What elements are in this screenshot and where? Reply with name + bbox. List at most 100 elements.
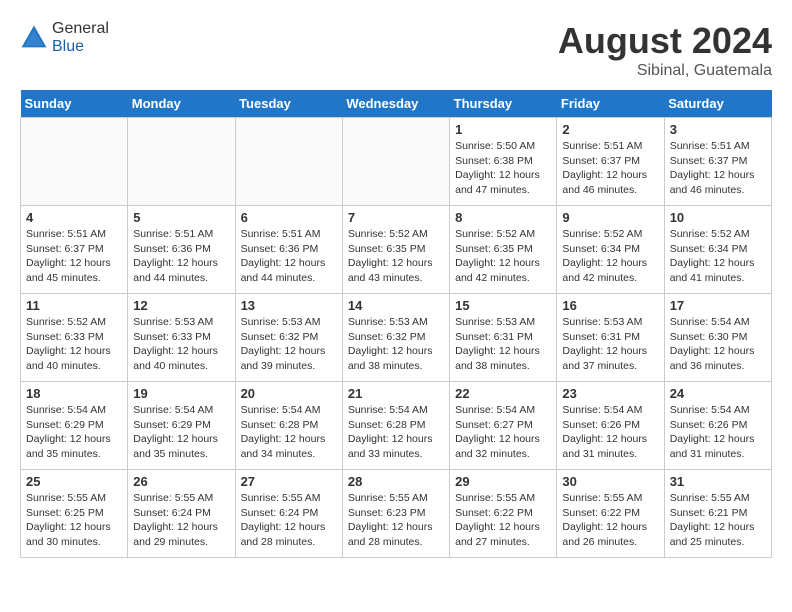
calendar-cell: 31 Sunrise: 5:55 AM Sunset: 6:21 PM Dayli… xyxy=(664,470,771,558)
day-number: 26 xyxy=(133,474,229,489)
logo-blue-text: Blue xyxy=(52,38,84,55)
day-number: 30 xyxy=(562,474,658,489)
calendar-cell: 22 Sunrise: 5:54 AM Sunset: 6:27 PM Dayli… xyxy=(450,382,557,470)
calendar-cell: 6Sunrise: 5:51 AM Sunset: 6:36 PM Daylig… xyxy=(235,206,342,294)
week-row-3: 11Sunrise: 5:52 AM Sunset: 6:33 PM Dayli… xyxy=(21,294,772,382)
page-header: General Blue August 2024 Sibinal, Guatem… xyxy=(20,20,772,80)
calendar-cell: 10 Sunrise: 5:52 AM Sunset: 6:34 PM Dayli… xyxy=(664,206,771,294)
day-info: Sunrise: 5:51 AM Sunset: 6:36 PM Dayligh… xyxy=(133,227,229,286)
calendar-cell: 21 Sunrise: 5:54 AM Sunset: 6:28 PM Dayli… xyxy=(342,382,449,470)
calendar-cell: 13 Sunrise: 5:53 AM Sunset: 6:32 PM Dayli… xyxy=(235,294,342,382)
calendar-cell: 18 Sunrise: 5:54 AM Sunset: 6:29 PM Dayli… xyxy=(21,382,128,470)
day-info: Sunrise: 5:55 AM Sunset: 6:21 PM Dayligh… xyxy=(670,491,766,550)
calendar-cell: 27 Sunrise: 5:55 AM Sunset: 6:24 PM Dayli… xyxy=(235,470,342,558)
calendar-cell: 26Sunrise: 5:55 AM Sunset: 6:24 PM Dayli… xyxy=(128,470,235,558)
calendar-cell: 7Sunrise: 5:52 AM Sunset: 6:35 PM Daylig… xyxy=(342,206,449,294)
day-number: 21 xyxy=(348,386,444,401)
week-row-1: 1 Sunrise: 5:50 AM Sunset: 6:38 PM Daylig… xyxy=(21,118,772,206)
day-number: 18 xyxy=(26,386,122,401)
day-number: 1 xyxy=(455,122,551,137)
calendar-cell: 3Sunrise: 5:51 AM Sunset: 6:37 PM Daylig… xyxy=(664,118,771,206)
day-number: 31 xyxy=(670,474,766,489)
calendar-cell: 20 Sunrise: 5:54 AM Sunset: 6:28 PM Dayli… xyxy=(235,382,342,470)
day-info: Sunrise: 5:53 AM Sunset: 6:31 PM Dayligh… xyxy=(562,315,658,374)
day-info: Sunrise: 5:55 AM Sunset: 6:24 PM Dayligh… xyxy=(241,491,337,550)
day-number: 28 xyxy=(348,474,444,489)
calendar-cell: 25 Sunrise: 5:55 AM Sunset: 6:25 PM Dayli… xyxy=(21,470,128,558)
day-info: Sunrise: 5:54 AM Sunset: 6:29 PM Dayligh… xyxy=(133,403,229,462)
day-number: 19 xyxy=(133,386,229,401)
day-number: 8 xyxy=(455,210,551,225)
day-info: Sunrise: 5:50 AM Sunset: 6:38 PM Dayligh… xyxy=(455,139,551,198)
logo: General Blue xyxy=(20,20,109,56)
location: Sibinal, Guatemala xyxy=(558,62,772,80)
day-info: Sunrise: 5:53 AM Sunset: 6:31 PM Dayligh… xyxy=(455,315,551,374)
day-number: 5 xyxy=(133,210,229,225)
day-number: 24 xyxy=(670,386,766,401)
day-number: 20 xyxy=(241,386,337,401)
month-year: August 2024 xyxy=(558,20,772,62)
day-info: Sunrise: 5:51 AM Sunset: 6:36 PM Dayligh… xyxy=(241,227,337,286)
calendar-cell xyxy=(128,118,235,206)
weekday-header-row: SundayMondayTuesdayWednesdayThursdayFrid… xyxy=(21,90,772,118)
calendar-cell: 24 Sunrise: 5:54 AM Sunset: 6:26 PM Dayli… xyxy=(664,382,771,470)
calendar-cell: 1 Sunrise: 5:50 AM Sunset: 6:38 PM Daylig… xyxy=(450,118,557,206)
day-number: 15 xyxy=(455,298,551,313)
weekday-header-saturday: Saturday xyxy=(664,90,771,118)
day-info: Sunrise: 5:51 AM Sunset: 6:37 PM Dayligh… xyxy=(670,139,766,198)
calendar-cell: 30 Sunrise: 5:55 AM Sunset: 6:22 PM Dayli… xyxy=(557,470,664,558)
day-info: Sunrise: 5:54 AM Sunset: 6:27 PM Dayligh… xyxy=(455,403,551,462)
day-info: Sunrise: 5:55 AM Sunset: 6:25 PM Dayligh… xyxy=(26,491,122,550)
day-info: Sunrise: 5:54 AM Sunset: 6:28 PM Dayligh… xyxy=(241,403,337,462)
week-row-5: 25 Sunrise: 5:55 AM Sunset: 6:25 PM Dayli… xyxy=(21,470,772,558)
logo-icon xyxy=(20,24,48,52)
calendar-cell: 17Sunrise: 5:54 AM Sunset: 6:30 PM Dayli… xyxy=(664,294,771,382)
day-info: Sunrise: 5:54 AM Sunset: 6:30 PM Dayligh… xyxy=(670,315,766,374)
calendar-cell xyxy=(21,118,128,206)
day-number: 4 xyxy=(26,210,122,225)
weekday-header-sunday: Sunday xyxy=(21,90,128,118)
title-block: August 2024 Sibinal, Guatemala xyxy=(558,20,772,80)
calendar-cell: 19 Sunrise: 5:54 AM Sunset: 6:29 PM Dayli… xyxy=(128,382,235,470)
calendar-cell: 28 Sunrise: 5:55 AM Sunset: 6:23 PM Dayli… xyxy=(342,470,449,558)
day-info: Sunrise: 5:55 AM Sunset: 6:22 PM Dayligh… xyxy=(562,491,658,550)
calendar-cell: 9Sunrise: 5:52 AM Sunset: 6:34 PM Daylig… xyxy=(557,206,664,294)
calendar-cell: 23 Sunrise: 5:54 AM Sunset: 6:26 PM Dayli… xyxy=(557,382,664,470)
day-number: 14 xyxy=(348,298,444,313)
day-info: Sunrise: 5:52 AM Sunset: 6:35 PM Dayligh… xyxy=(348,227,444,286)
day-number: 23 xyxy=(562,386,658,401)
day-number: 25 xyxy=(26,474,122,489)
day-number: 12 xyxy=(133,298,229,313)
day-info: Sunrise: 5:53 AM Sunset: 6:32 PM Dayligh… xyxy=(241,315,337,374)
day-number: 13 xyxy=(241,298,337,313)
day-info: Sunrise: 5:51 AM Sunset: 6:37 PM Dayligh… xyxy=(562,139,658,198)
day-info: Sunrise: 5:53 AM Sunset: 6:33 PM Dayligh… xyxy=(133,315,229,374)
day-number: 10 xyxy=(670,210,766,225)
calendar-cell: 5 Sunrise: 5:51 AM Sunset: 6:36 PM Daylig… xyxy=(128,206,235,294)
day-info: Sunrise: 5:54 AM Sunset: 6:29 PM Dayligh… xyxy=(26,403,122,462)
weekday-header-monday: Monday xyxy=(128,90,235,118)
day-info: Sunrise: 5:55 AM Sunset: 6:23 PM Dayligh… xyxy=(348,491,444,550)
day-number: 22 xyxy=(455,386,551,401)
calendar-table: SundayMondayTuesdayWednesdayThursdayFrid… xyxy=(20,90,772,558)
day-info: Sunrise: 5:53 AM Sunset: 6:32 PM Dayligh… xyxy=(348,315,444,374)
weekday-header-tuesday: Tuesday xyxy=(235,90,342,118)
day-number: 16 xyxy=(562,298,658,313)
day-info: Sunrise: 5:51 AM Sunset: 6:37 PM Dayligh… xyxy=(26,227,122,286)
calendar-cell: 4 Sunrise: 5:51 AM Sunset: 6:37 PM Daylig… xyxy=(21,206,128,294)
day-info: Sunrise: 5:54 AM Sunset: 6:28 PM Dayligh… xyxy=(348,403,444,462)
weekday-header-wednesday: Wednesday xyxy=(342,90,449,118)
calendar-cell xyxy=(235,118,342,206)
calendar-cell: 8Sunrise: 5:52 AM Sunset: 6:35 PM Daylig… xyxy=(450,206,557,294)
day-info: Sunrise: 5:52 AM Sunset: 6:34 PM Dayligh… xyxy=(670,227,766,286)
calendar-cell: 11Sunrise: 5:52 AM Sunset: 6:33 PM Dayli… xyxy=(21,294,128,382)
calendar-cell: 14 Sunrise: 5:53 AM Sunset: 6:32 PM Dayli… xyxy=(342,294,449,382)
day-number: 29 xyxy=(455,474,551,489)
calendar-cell xyxy=(342,118,449,206)
day-info: Sunrise: 5:52 AM Sunset: 6:33 PM Dayligh… xyxy=(26,315,122,374)
day-info: Sunrise: 5:55 AM Sunset: 6:22 PM Dayligh… xyxy=(455,491,551,550)
day-number: 27 xyxy=(241,474,337,489)
day-info: Sunrise: 5:54 AM Sunset: 6:26 PM Dayligh… xyxy=(562,403,658,462)
day-info: Sunrise: 5:54 AM Sunset: 6:26 PM Dayligh… xyxy=(670,403,766,462)
day-info: Sunrise: 5:52 AM Sunset: 6:34 PM Dayligh… xyxy=(562,227,658,286)
